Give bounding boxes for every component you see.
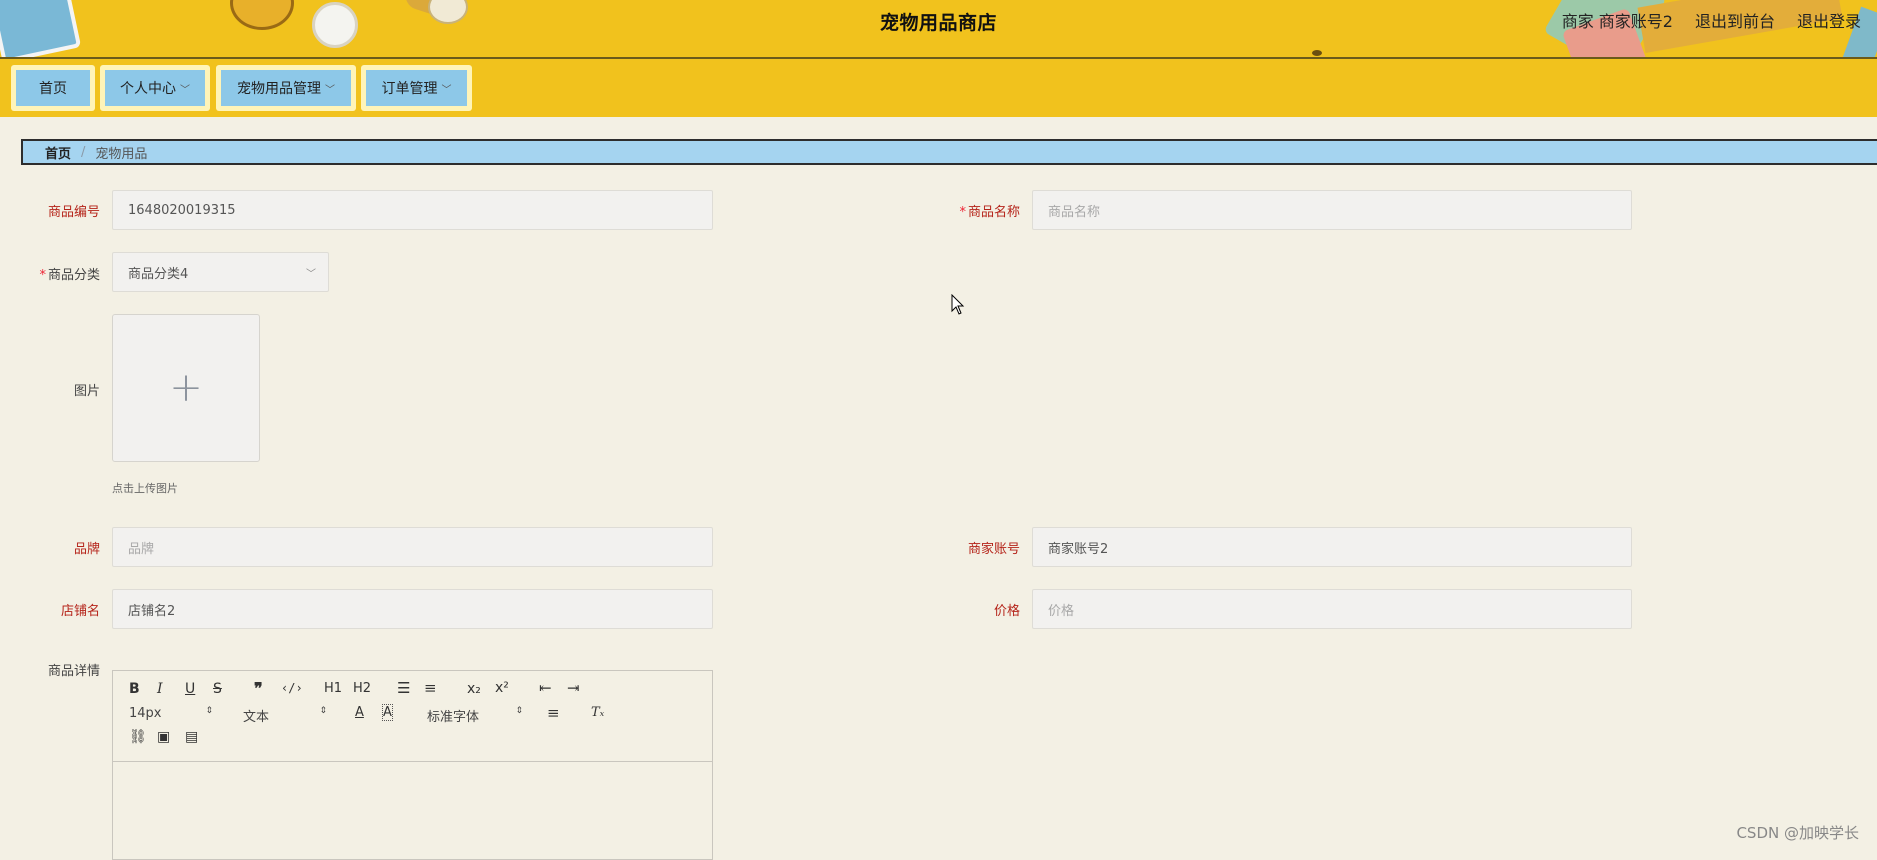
product-name-label-text: 商品名称 <box>967 205 1020 220</box>
blockquote-icon[interactable]: ❞ <box>254 679 263 698</box>
image-upload[interactable]: + <box>112 314 260 462</box>
clear-format-icon[interactable]: Tₓ <box>591 705 604 720</box>
editor-content-area[interactable] <box>113 762 712 860</box>
merchant-account-field[interactable]: 商家账号2 <box>1032 527 1632 567</box>
plus-icon: + <box>169 365 203 411</box>
font-family-select[interactable]: 标准字体 ⇕ <box>427 706 523 725</box>
product-code-value: 1648020019315 <box>128 202 236 218</box>
category-select[interactable]: 商品分类4 ﹀ <box>112 252 329 292</box>
link-icon[interactable]: ⛓ <box>129 729 147 745</box>
indent-icon[interactable]: ⇥ <box>567 679 580 697</box>
strike-button[interactable]: S <box>213 681 222 697</box>
nav-label: 宠物用品管理 <box>237 81 321 97</box>
font-color-icon[interactable]: A <box>355 705 364 720</box>
product-name-label: * 商品名称 <box>930 201 1020 220</box>
watermark: CSDN @加映学长 <box>1736 824 1859 842</box>
product-name-field[interactable]: 商品名称 <box>1032 190 1632 230</box>
brand-placeholder: 品牌 <box>128 541 155 557</box>
nav-item-home[interactable]: 首页 <box>11 65 95 111</box>
text-type-select[interactable]: 文本 ⇕ <box>243 706 327 725</box>
merchant-account-value: 商家账号2 <box>1048 541 1109 557</box>
outdent-icon[interactable]: ⇤ <box>539 679 552 697</box>
logout-link[interactable]: 退出登录 <box>1797 8 1861 32</box>
shop-name-value: 店铺名2 <box>128 603 176 619</box>
heading1-button[interactable]: H1 <box>324 681 342 696</box>
category-value: 商品分类4 <box>128 266 189 282</box>
nav-label: 个人中心 <box>120 81 176 97</box>
category-label: * 商品分类 <box>10 264 100 283</box>
editor-toolbar: B I U S ❞ ‹/› H1 H2 ☰ ≡ x₂ x² ⇤ ⇥ 14px ⇕ … <box>113 671 712 762</box>
price-label: 价格 <box>993 604 1020 619</box>
price-field[interactable]: 价格 <box>1032 589 1632 629</box>
rich-text-editor: B I U S ❞ ‹/› H1 H2 ☰ ≡ x₂ x² ⇤ ⇥ 14px ⇕ … <box>112 670 713 860</box>
nav-button[interactable]: 个人中心 ﹀ <box>105 70 205 106</box>
shop-name-label: 店铺名 <box>60 604 100 619</box>
user-links: 商家 商家账号2 退出到前台 退出登录 <box>1562 8 1861 32</box>
underline-button[interactable]: U <box>185 681 195 697</box>
font-family-value: 标准字体 <box>427 710 480 725</box>
bold-button[interactable]: B <box>129 681 140 697</box>
text-type-value: 文本 <box>243 710 270 725</box>
main-nav: 首页 个人中心 ﹀ 宠物用品管理 ﹀ 订单管理 ﹀ <box>0 59 1877 117</box>
image-label: 图片 <box>73 384 100 399</box>
heading2-button[interactable]: H2 <box>353 681 371 696</box>
bullet-list-icon[interactable]: ≡ <box>424 679 437 697</box>
price-placeholder: 价格 <box>1048 603 1075 619</box>
nav-item-orders[interactable]: 订单管理 ﹀ <box>361 65 472 111</box>
nav-item-pet-supplies[interactable]: 宠物用品管理 ﹀ <box>216 65 356 111</box>
chevron-down-icon: ﹀ <box>180 84 190 96</box>
brand-field[interactable]: 品牌 <box>112 527 713 567</box>
nav-label: 订单管理 <box>381 81 438 97</box>
upload-tip: 点击上传图片 <box>112 482 178 495</box>
nav-item-personal-center[interactable]: 个人中心 ﹀ <box>100 65 210 111</box>
breadcrumb-home[interactable]: 首页 <box>45 143 71 162</box>
category-label-text: 商品分类 <box>47 268 100 283</box>
breadcrumb: 首页 / 宠物用品 <box>21 139 1877 165</box>
merchant-account-label: 商家账号 <box>967 542 1020 557</box>
italic-button[interactable]: I <box>157 681 163 697</box>
font-size-value: 14px <box>129 706 162 721</box>
back-to-front-link[interactable]: 退出到前台 <box>1695 8 1775 32</box>
font-size-select[interactable]: 14px ⇕ <box>129 706 213 721</box>
breadcrumb-separator: / <box>81 144 86 160</box>
chevron-down-icon: ﹀ <box>325 84 335 96</box>
product-name-placeholder: 商品名称 <box>1048 204 1101 220</box>
background-color-icon[interactable]: A <box>382 704 393 721</box>
updown-icon: ⇕ <box>319 706 327 716</box>
image-icon[interactable]: ▣ <box>157 729 170 745</box>
shop-name-field[interactable]: 店铺名2 <box>112 589 713 629</box>
user-info: 商家 商家账号2 <box>1561 12 1673 31</box>
brand-label: 品牌 <box>73 542 100 557</box>
nav-button[interactable]: 首页 <box>16 70 90 106</box>
details-label: 商品详情 <box>47 664 100 679</box>
breadcrumb-current: 宠物用品 <box>95 146 148 162</box>
ordered-list-icon[interactable]: ☰ <box>397 679 410 697</box>
header-decoration <box>1312 50 1322 56</box>
nav-button[interactable]: 订单管理 ﹀ <box>366 70 467 106</box>
chevron-down-icon: ﹀ <box>306 269 316 280</box>
nav-button[interactable]: 宠物用品管理 ﹀ <box>221 70 351 106</box>
nav-label: 首页 <box>39 81 67 97</box>
top-header: 宠物用品商店 商家 商家账号2 退出到前台 退出登录 <box>0 0 1877 59</box>
product-code-label: 商品编号 <box>47 205 100 220</box>
mouse-cursor-icon <box>951 294 965 315</box>
video-icon[interactable]: ▤ <box>185 729 198 745</box>
chevron-down-icon: ﹀ <box>441 84 452 96</box>
required-mark: * <box>959 205 966 220</box>
updown-icon: ⇕ <box>515 706 523 716</box>
updown-icon: ⇕ <box>205 706 213 716</box>
superscript-button[interactable]: x² <box>495 680 509 696</box>
code-block-icon[interactable]: ‹/› <box>281 681 303 695</box>
subscript-button[interactable]: x₂ <box>467 681 481 697</box>
product-code-field[interactable]: 1648020019315 <box>112 190 713 230</box>
align-left-icon[interactable]: ≡ <box>547 704 560 722</box>
required-mark: * <box>39 268 46 283</box>
